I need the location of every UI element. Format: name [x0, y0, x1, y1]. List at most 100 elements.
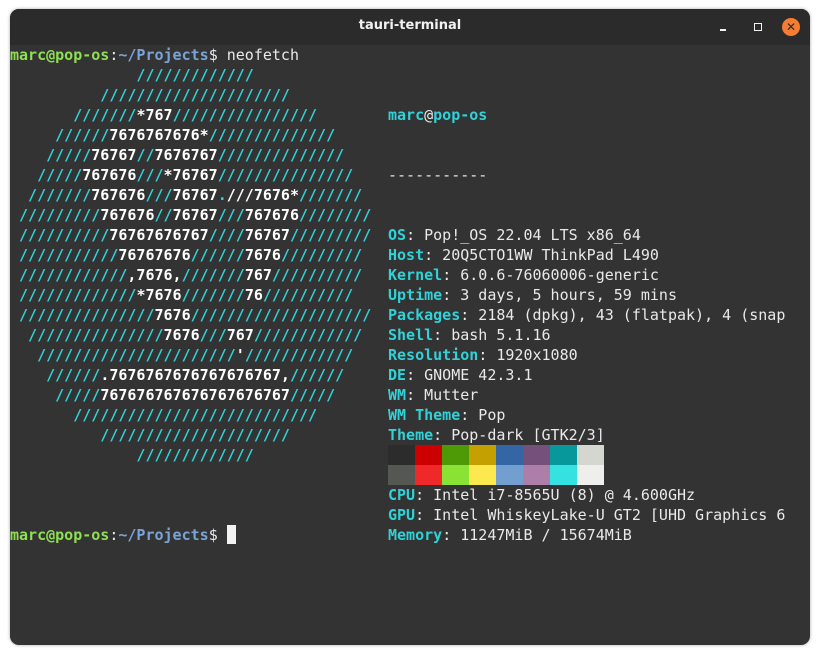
logo-segment: ///////// [10, 206, 101, 224]
info-value: Pop-dark [GTK2/3] [442, 426, 605, 444]
info-row: Packages: 2184 (dpkg), 43 (flatpak), 4 (… [388, 305, 808, 325]
info-colon: : [442, 526, 452, 544]
logo-segment: /////////////// [217, 166, 354, 184]
palette-row-bright [388, 465, 604, 485]
logo-segment: 76767676 [118, 246, 191, 264]
logo-segment: 76767 [244, 226, 290, 244]
logo-segment: ////////////////////// [10, 346, 236, 364]
system-info: marc@pop-os ----------- OS: Pop!_OS 22.0… [388, 65, 808, 585]
info-key: Shell [388, 326, 434, 344]
logo-segment: ///////////// [10, 446, 254, 464]
logo-segment: /////////////// [10, 306, 155, 324]
info-header: marc@pop-os [388, 105, 808, 125]
logo-segment: //////////// [244, 346, 354, 364]
logo-row: /////////////*7676///////76////////// [10, 285, 371, 305]
info-user: marc [388, 106, 425, 124]
logo-segment: // [154, 206, 173, 224]
info-value: bash 5.1.16 [442, 326, 551, 344]
info-colon: : [406, 386, 416, 404]
logo-segment: // [136, 146, 155, 164]
logo-segment: ////// [10, 126, 110, 144]
close-button[interactable]: ✕ [782, 18, 800, 36]
info-row: Memory: 11247MiB / 15674MiB [388, 525, 808, 545]
palette-swatch-normal [577, 445, 604, 465]
logo-segment: 76767 [172, 186, 218, 204]
info-value: Pop!_OS 22.04 LTS x86_64 [415, 226, 641, 244]
logo-segment: ///// [10, 146, 92, 164]
logo-segment: 7676 [244, 246, 281, 264]
info-row: Kernel: 6.0.6-76060006-generic [388, 265, 808, 285]
window-title: tauri-terminal [358, 18, 462, 33]
info-colon: : [424, 246, 434, 264]
logo-row: ///////////76767676//////7676///////// [10, 245, 371, 265]
logo-segment: 767676767676767676767 [100, 386, 290, 404]
logo-segment: /////// [299, 186, 363, 204]
title-bar[interactable]: tauri-terminal ✕ [10, 9, 810, 45]
maximize-button[interactable] [749, 18, 767, 36]
info-value: 3 days, 5 hours, 59 mins [451, 286, 677, 304]
info-key: WM [388, 386, 407, 404]
info-value: Intel i7-8565U (8) @ 4.600GHz [424, 486, 696, 504]
minimize-icon [720, 29, 726, 31]
info-underline: ----------- [388, 166, 488, 184]
prompt-path: ~/Projects [118, 46, 209, 64]
active-prompt-line[interactable]: marc@pop-os:~/Projects$ [10, 525, 236, 545]
pop-os-ascii-logo: ///////////// ///////////////////// ////… [10, 65, 371, 465]
info-row: DE: GNOME 42.3.1 [388, 365, 808, 385]
prompt-user-host: marc@pop-os [10, 526, 110, 544]
logo-segment: ///////// [289, 226, 372, 244]
logo-segment: *76767 [163, 166, 218, 184]
info-row: WM: Mutter [388, 385, 808, 405]
logo-segment: ////// [10, 366, 101, 384]
logo-segment: *767 [136, 106, 173, 124]
info-row: GPU: Intel WhiskeyLake-U GT2 [UHD Graphi… [388, 505, 808, 525]
palette-swatch-normal [523, 445, 550, 465]
palette-swatch-bright [550, 465, 577, 485]
prompt-path: ~/Projects [118, 526, 209, 544]
info-colon: : [460, 306, 470, 324]
logo-segment: ////////////// [208, 126, 336, 144]
logo-segment: 7676 [163, 326, 200, 344]
logo-row: ///////////// [10, 65, 371, 85]
info-row: Uptime: 3 days, 5 hours, 59 mins [388, 285, 808, 305]
terminal-output[interactable]: marc@pop-os:~/Projects$ neofetch ///////… [10, 45, 810, 645]
logo-segment: 767676 [91, 186, 146, 204]
logo-segment: ////////// [10, 226, 110, 244]
close-icon: ✕ [785, 20, 797, 34]
logo-segment: 767 [244, 266, 272, 284]
info-colon: : [406, 226, 416, 244]
logo-segment: .7676767676767676767, [100, 366, 290, 384]
info-key: Kernel [388, 266, 443, 284]
command-text: neofetch [226, 46, 299, 64]
info-value: GNOME 42.3.1 [415, 366, 533, 384]
minimize-button[interactable] [714, 18, 732, 36]
info-value: Mutter [415, 386, 479, 404]
logo-segment: //////// [299, 206, 372, 224]
logo-segment: /// [217, 206, 245, 224]
logo-row: ////////////,7676,///////767////////// [10, 265, 371, 285]
logo-segment: ////////// [262, 286, 354, 304]
logo-segment: ////// [190, 246, 245, 264]
logo-segment: //////////// [10, 266, 128, 284]
logo-segment: ///////// [280, 246, 363, 264]
logo-segment: /////// [181, 286, 245, 304]
palette-swatch-bright [469, 465, 496, 485]
logo-segment: 767676 [100, 206, 155, 224]
palette-swatch-bright [415, 465, 442, 485]
logo-row: /////767676///*76767/////////////// [10, 165, 371, 185]
palette-swatch-normal [496, 445, 523, 465]
info-key: Packages [388, 306, 461, 324]
logo-row: ///////*767//////////////// [10, 105, 371, 125]
palette-swatch-normal [388, 445, 415, 465]
info-value: 11247MiB / 15674MiB [451, 526, 632, 544]
info-key: Theme [388, 426, 434, 444]
info-colon: : [406, 366, 416, 384]
logo-segment: /// [226, 186, 254, 204]
logo-segment: ,7676, [127, 266, 182, 284]
info-host: pop-os [433, 106, 488, 124]
logo-segment: ///////////////////// [10, 426, 290, 444]
logo-segment: ///// [10, 166, 83, 184]
palette-swatch-normal [442, 445, 469, 465]
info-colon: : [478, 346, 488, 364]
logo-row: ///////////////7676//////////////////// [10, 305, 371, 325]
